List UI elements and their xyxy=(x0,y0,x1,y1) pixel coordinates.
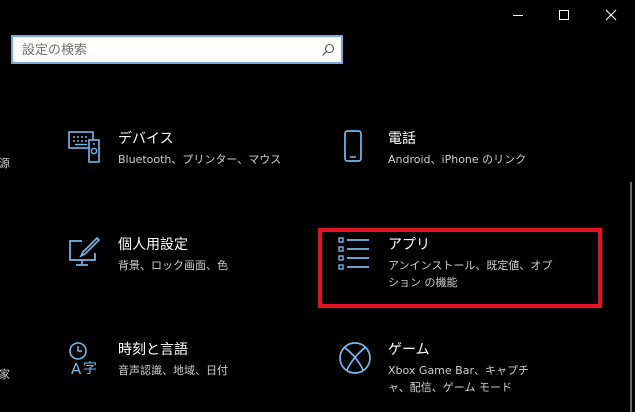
scrollbar[interactable] xyxy=(630,182,632,412)
tile-description: 背景、ロック画面、色 xyxy=(118,259,228,272)
search-box[interactable] xyxy=(11,35,343,64)
tile-title: 個人用設定 xyxy=(118,237,188,253)
tile-description: Xbox Game Bar、キャプチャ、配信、ゲーム モード xyxy=(388,364,529,394)
close-button[interactable] xyxy=(588,0,634,30)
search-icon[interactable] xyxy=(321,42,335,61)
svg-text:A: A xyxy=(71,360,82,377)
minimize-icon xyxy=(513,15,523,16)
edge-text-fragment: 家 xyxy=(0,368,10,381)
tile-title: デバイス xyxy=(118,131,174,147)
devices-icon xyxy=(68,131,100,163)
tile-title: ゲーム xyxy=(388,342,430,358)
tile-personalization[interactable]: 個人用設定 背景、ロック画面、色 xyxy=(68,236,288,286)
search-input[interactable] xyxy=(22,40,312,60)
close-icon xyxy=(605,9,617,21)
maximize-icon xyxy=(559,10,569,20)
time-language-icon: A 字 xyxy=(69,342,97,377)
tile-description: Android、iPhone のリンク xyxy=(388,153,527,166)
personalization-icon xyxy=(69,236,101,266)
minimize-button[interactable] xyxy=(495,0,541,30)
xbox-icon xyxy=(339,342,371,374)
edge-text-fragment: 源 xyxy=(0,157,10,170)
svg-text:字: 字 xyxy=(83,361,97,377)
tile-title: 時刻と言語 xyxy=(118,342,188,358)
tile-phone[interactable]: 電話 Android、iPhone のリンク xyxy=(338,130,568,180)
tile-description: 音声認識、地域、日付 xyxy=(118,364,228,377)
tile-time-language[interactable]: A 字 時刻と言語 音声認識、地域、日付 xyxy=(68,341,288,391)
phone-icon xyxy=(344,130,362,162)
highlight-box xyxy=(318,228,602,308)
tile-description: Bluetooth、プリンター、マウス xyxy=(118,153,282,166)
tile-title: 電話 xyxy=(388,131,416,147)
tile-gaming[interactable]: ゲーム Xbox Game Bar、キャプチャ、配信、ゲーム モード xyxy=(338,341,568,397)
tile-devices[interactable]: デバイス Bluetooth、プリンター、マウス xyxy=(68,130,288,180)
maximize-button[interactable] xyxy=(541,0,587,30)
